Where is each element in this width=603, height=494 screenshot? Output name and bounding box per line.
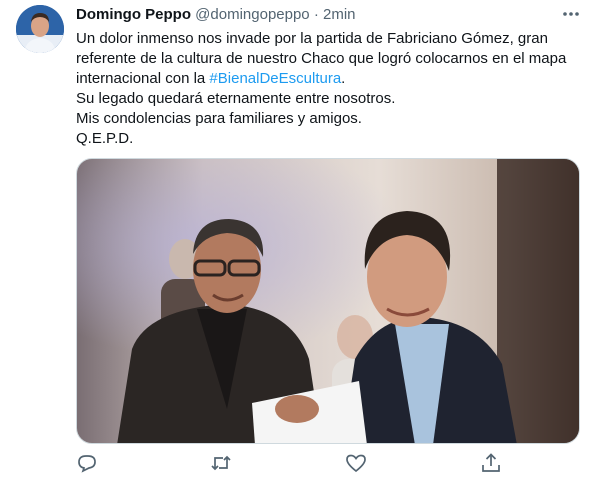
tweet-text-fragment: . (341, 70, 346, 87)
like-icon[interactable] (345, 452, 367, 474)
reply-icon[interactable] (76, 452, 98, 474)
hashtag-link[interactable]: #BienalDeEscultura (209, 70, 341, 87)
tweet-text: Un dolor inmenso nos invade por la parti… (76, 29, 581, 149)
author-name[interactable]: Domingo Peppo (76, 6, 191, 23)
tweet-text-line: Un dolor inmenso nos invade por la parti… (76, 30, 548, 47)
tweet-text-line: Su legado quedará eternamente entre noso… (76, 90, 396, 107)
separator-dot: · (313, 6, 319, 23)
tweet-text-line: Mis condolencias para familiares y amigo… (76, 110, 362, 127)
tweet-text-line: internacional con la #BienalDeEscultura. (76, 69, 581, 89)
share-icon[interactable] (480, 452, 502, 474)
more-icon[interactable] (561, 4, 581, 24)
avatar-image (16, 5, 64, 53)
author-handle[interactable]: @domingopeppo (195, 6, 309, 23)
avatar[interactable] (16, 5, 64, 53)
tweet-text-line: referente de la cultura de nuestro Chaco… (76, 50, 567, 67)
tweet-text-fragment: internacional con la (76, 70, 210, 87)
tweet-time[interactable]: 2min (323, 6, 356, 23)
tweet-photo[interactable] (76, 158, 580, 444)
tweet-header: Domingo Peppo @domingopeppo · 2min (76, 6, 583, 26)
tweet-actions (76, 452, 516, 482)
photo-image (77, 159, 579, 443)
retweet-icon[interactable] (210, 452, 232, 474)
tweet-text-line: Q.E.P.D. (76, 130, 134, 147)
